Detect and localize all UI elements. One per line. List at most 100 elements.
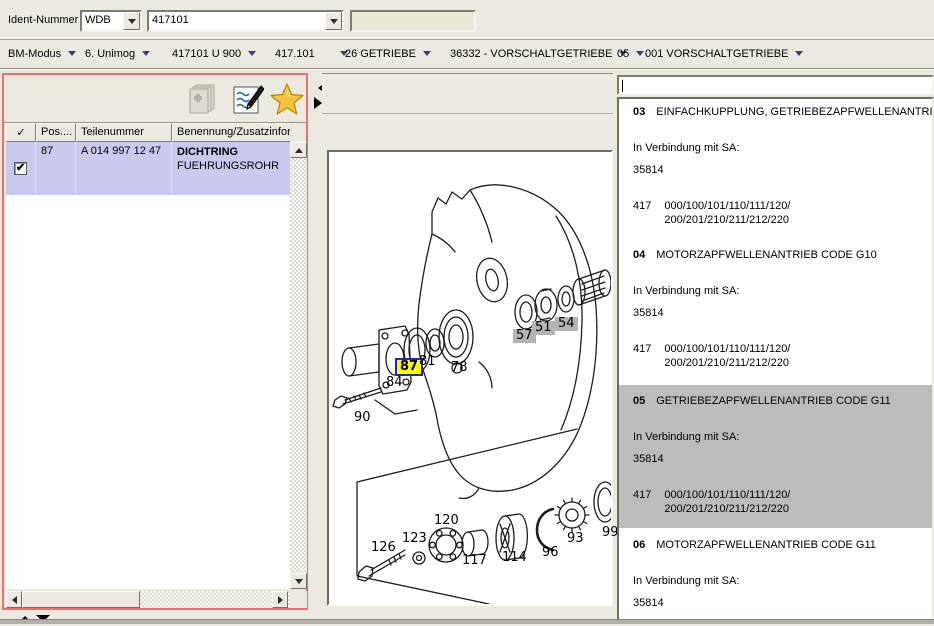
designation-extra: FUEHRUNGSROHR [177, 159, 285, 173]
part-callout-126[interactable]: 126 [370, 541, 397, 555]
cell-pos: 87 [36, 142, 76, 195]
sa-code: 35814 [633, 596, 932, 610]
nav-item-page[interactable]: 05 [617, 47, 644, 60]
section-code: 05 [633, 394, 645, 408]
table-header-benennung[interactable]: Benennung/Zusatzinfor [172, 123, 290, 142]
scrollbar-corner [290, 591, 307, 608]
part-callout-81[interactable]: 81 [418, 355, 437, 369]
section-filter-input[interactable] [617, 75, 934, 95]
sa-note-label: In Verbindung mit SA: [633, 284, 932, 298]
model-series: 417 [633, 342, 651, 370]
sa-note-label: In Verbindung mit SA: [633, 141, 932, 155]
ident-number-value: 417101 [149, 12, 325, 30]
section-code: 03 [633, 105, 645, 119]
arrow-left-icon [8, 596, 17, 604]
edit-notes-icon [233, 85, 264, 115]
diagram-header-strip [322, 74, 613, 114]
table-header-pos[interactable]: Pos.... [36, 123, 76, 142]
edit-notes-button[interactable] [233, 85, 264, 115]
table-hscroll-right-button[interactable] [272, 591, 288, 608]
table-hscroll-left-button[interactable] [6, 591, 22, 608]
row-checkbox[interactable]: ✔ [14, 162, 27, 175]
part-callout-96[interactable]: 96 [541, 546, 560, 560]
parts-list-panel: ✓ Pos.... Teilenummer Benennung/Zusatzin… [2, 73, 308, 610]
part-callout-54[interactable]: 54 [555, 317, 578, 331]
part-callout-120[interactable]: 120 [433, 514, 460, 528]
nav-item-subgroup[interactable]: 36332 - VORSCHALTGETRIEBE [450, 47, 627, 60]
parts-toolbar [4, 75, 306, 123]
model-codes-line2: 200/201/210/211/212/220 [664, 502, 790, 516]
model-series: 417 [633, 488, 651, 516]
nav-item-type[interactable]: 417.101 [275, 47, 348, 60]
part-callout-114[interactable]: 114 [501, 551, 528, 565]
favorites-star-button[interactable] [270, 83, 304, 115]
chevron-down-icon [423, 51, 431, 60]
part-callout-117[interactable]: 117 [461, 554, 488, 568]
ident-number-label: Ident-Nummer [8, 14, 78, 26]
model-codes-line1: 000/100/101/110/111/120/ [664, 342, 790, 356]
chevron-down-icon [248, 51, 256, 60]
table-row[interactable]: ✔ 87 A 014 997 12 47 DICHTRING FUEHRUNGS… [6, 142, 290, 195]
epc-window: { "ident_bar": { "label": "Ident-Nummer"… [0, 0, 934, 624]
nav-item-bm-modus[interactable]: BM-Modus [8, 47, 76, 60]
part-callout-123[interactable]: 123 [401, 532, 428, 546]
sa-section-03[interactable]: 03 EINFACHKUPPLUNG, GETRIEBEZAPFWELLENANT… [619, 99, 932, 242]
sa-note-label: In Verbindung mit SA: [633, 430, 932, 444]
chevron-down-icon [330, 19, 338, 28]
favorites-star-icon [270, 83, 304, 115]
part-callout-93[interactable]: 93 [566, 532, 585, 546]
arrow-right-icon [278, 596, 287, 604]
ident-dropdown-button[interactable] [325, 12, 342, 30]
chevron-down-icon [128, 19, 136, 28]
part-callout-84[interactable]: 84 [385, 376, 404, 390]
nav-item-group[interactable]: 26 GETRIEBE [345, 47, 431, 60]
chevron-down-icon [795, 51, 803, 60]
arrow-down-icon [295, 579, 303, 588]
ident-number-combo[interactable]: 417101 [147, 10, 344, 32]
cell-designation: DICHTRING FUEHRUNGSROHR [172, 142, 290, 195]
diagram-canvas[interactable]: 84 87 81 78 90 57 51 54 120 123 126 117 … [327, 150, 613, 606]
section-title: EINFACHKUPPLUNG, GETRIEBEZAPFWELLENANTRI… [656, 105, 934, 119]
section-code: 04 [633, 248, 645, 262]
sa-code: 35814 [633, 452, 932, 466]
model-codes-line1: 000/100/101/110/111/120/ [664, 488, 790, 502]
copy-pages-icon [184, 83, 220, 116]
section-title: GETRIEBEZAPFWELLENANTRIEB CODE G11 [656, 394, 891, 408]
nav-item-model[interactable]: 417101 U 900 [172, 47, 256, 60]
part-callout-78[interactable]: 78 [450, 361, 469, 375]
section-code: 06 [633, 538, 645, 552]
arrow-up-icon [295, 144, 303, 153]
chevron-down-icon [68, 51, 76, 60]
model-codes-line1: 000/100/101/110/111/120/ [664, 199, 790, 213]
part-callout-90[interactable]: 90 [353, 411, 372, 425]
sa-section-05-selected[interactable]: 05 GETRIEBEZAPFWELLENANTRIEB CODE G11 In … [619, 385, 932, 528]
sa-info-panel: 03 EINFACHKUPPLUNG, GETRIEBEZAPFWELLENANT… [617, 73, 934, 624]
sa-section-06[interactable]: 06 MOTORZAPFWELLENANTRIEB CODE G11 In Ver… [619, 528, 932, 624]
part-callout-51[interactable]: 51 [532, 321, 555, 335]
navigation-bar: BM-Modus 6. Unimog 417101 U 900 417.101 … [0, 40, 934, 69]
table-hscroll-thumb[interactable] [22, 591, 140, 608]
diagram-panel: 84 87 81 78 90 57 51 54 120 123 126 117 … [322, 73, 613, 610]
table-vscroll-up-button[interactable] [290, 142, 307, 158]
table-header-teilenummer[interactable]: Teilenummer [76, 123, 172, 142]
nav-item-illustration[interactable]: 001 VORSCHALTGETRIEBE [645, 47, 803, 60]
parts-table: ✓ Pos.... Teilenummer Benennung/Zusatzin… [6, 123, 290, 589]
sa-section-04[interactable]: 04 MOTORZAPFWELLENANTRIEB CODE G10 In Ver… [619, 242, 932, 385]
table-header-row: ✓ Pos.... Teilenummer Benennung/Zusatzin… [6, 123, 290, 142]
sa-section-list: 03 EINFACHKUPPLUNG, GETRIEBEZAPFWELLENANT… [617, 97, 934, 624]
sa-code: 35814 [633, 306, 932, 320]
chevron-down-icon [142, 51, 150, 60]
model-codes-line2: 200/201/210/211/212/220 [664, 356, 790, 370]
wdb-prefix-combo[interactable]: WDB [80, 10, 142, 32]
sa-note-label: In Verbindung mit SA: [633, 574, 932, 588]
wdb-dropdown-button[interactable] [123, 12, 140, 30]
chevron-down-icon [636, 51, 644, 60]
table-header-check[interactable]: ✓ [6, 123, 36, 142]
bottom-splitter-bar[interactable] [0, 619, 934, 624]
designation-main: DICHTRING [177, 145, 285, 159]
section-title: MOTORZAPFWELLENANTRIEB CODE G10 [656, 248, 876, 262]
section-title: MOTORZAPFWELLENANTRIEB CODE G11 [656, 538, 876, 552]
table-vscrollbar-track[interactable] [290, 142, 307, 589]
nav-item-unimog[interactable]: 6. Unimog [85, 47, 150, 60]
table-vscroll-down-button[interactable] [290, 573, 307, 589]
